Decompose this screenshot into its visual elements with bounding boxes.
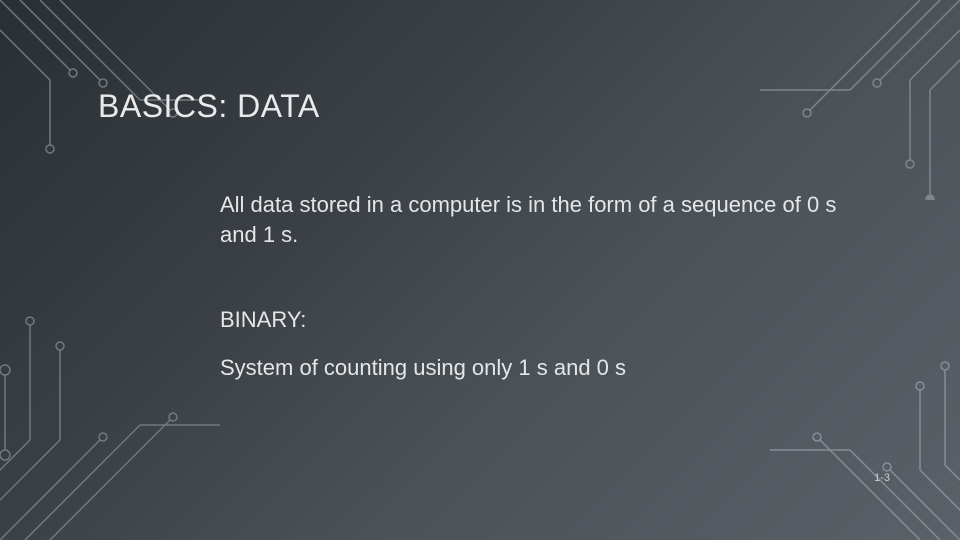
body-paragraph-2: System of counting using only 1 s and 0 … bbox=[220, 353, 840, 383]
page-number: 1-3 bbox=[874, 472, 890, 484]
slide-body: All data stored in a computer is in the … bbox=[220, 190, 840, 383]
slide-title: BASICS: DATA bbox=[98, 88, 320, 125]
body-paragraph-1: All data stored in a computer is in the … bbox=[220, 190, 840, 249]
circuit-decoration-bottom-left bbox=[0, 310, 230, 540]
slide: BASICS: DATA All data stored in a comput… bbox=[0, 0, 960, 540]
circuit-decoration-top-right bbox=[760, 0, 960, 200]
binary-label: BINARY: bbox=[220, 305, 840, 335]
